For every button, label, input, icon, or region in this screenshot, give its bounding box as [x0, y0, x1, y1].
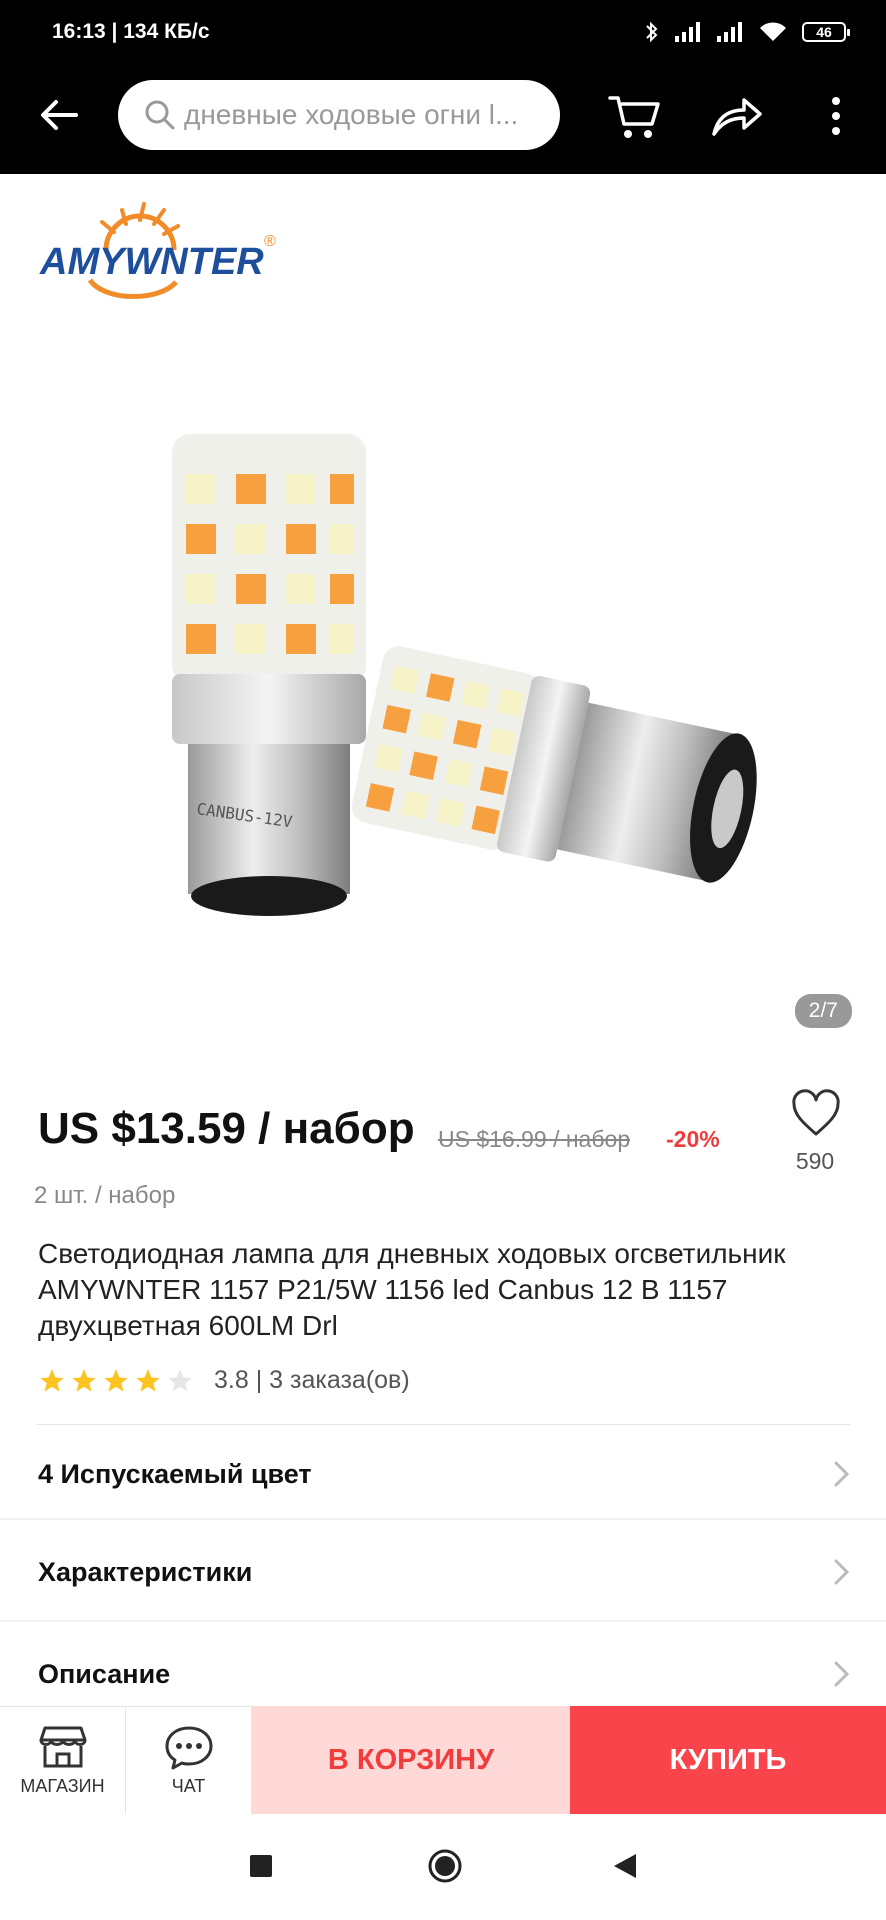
status-bar: 16:13 | 134 КБ/с 46 [0, 0, 886, 66]
add-to-cart-button[interactable]: В КОРЗИНУ [252, 1706, 570, 1814]
home-icon[interactable] [427, 1848, 463, 1884]
product-photo: CANBUS-12V [172, 434, 757, 916]
search-placeholder: дневные ходовые огни l... [184, 99, 519, 130]
back-arrow-icon[interactable] [36, 92, 82, 138]
status-icons: 46 [644, 20, 850, 44]
battery-icon: 46 [802, 22, 850, 42]
star-icon [104, 1368, 128, 1391]
row-emitted-color[interactable]: 4 Испускаемый цвет [0, 1426, 886, 1522]
store-button[interactable]: МАГАЗИН [0, 1706, 126, 1814]
back-nav-icon[interactable] [612, 1852, 638, 1880]
row-label: Характеристики [38, 1556, 253, 1587]
bottom-action-bar: МАГАЗИН ЧАТ В КОРЗИНУ КУПИТЬ [0, 1706, 886, 1814]
row-label: Описание [38, 1658, 171, 1689]
row-label: 4 Испускаемый цвет [38, 1458, 312, 1489]
product-page: 16:13 | 134 КБ/с 46 дневные ходовые огни… [0, 0, 886, 1920]
signal-icon [675, 22, 700, 42]
chat-button[interactable]: ЧАТ [126, 1706, 252, 1814]
separator [0, 1518, 886, 1520]
chevron-right-icon [834, 1559, 850, 1585]
chat-label: ЧАТ [171, 1776, 206, 1796]
share-button[interactable] [708, 88, 764, 144]
more-menu-button[interactable] [808, 88, 864, 144]
system-nav-bar [0, 1814, 886, 1920]
separator [0, 1620, 886, 1622]
cart-button[interactable] [606, 88, 662, 144]
rating-text: 3.8 | 3 заказа(ов) [214, 1366, 410, 1394]
star-icon [40, 1368, 64, 1391]
rating-row[interactable]: 3.8 | 3 заказа(ов) [38, 1366, 410, 1395]
gallery-pager: 2/7 [794, 994, 852, 1028]
old-price: US $16.99 / набор [438, 1126, 631, 1152]
chat-icon [165, 1726, 212, 1770]
wishlist-heart-icon[interactable] [790, 1088, 842, 1140]
product-title: Светодиодная лампа для дневных ходовых о… [38, 1238, 786, 1341]
divider [36, 1424, 850, 1425]
chevron-right-icon [834, 1461, 850, 1487]
product-image-gallery[interactable]: AMYWNTER ® CANBUS-12V 2/7 [0, 174, 886, 1064]
more-vertical-icon [832, 97, 840, 135]
store-label: МАГАЗИН [20, 1776, 105, 1796]
star-empty-icon [168, 1368, 192, 1391]
cart-icon [608, 96, 660, 138]
status-time: 16:13 | 134 КБ/с [52, 20, 210, 43]
product-price: US $13.59 / набор [38, 1104, 415, 1153]
buy-now-button[interactable]: КУПИТЬ [570, 1706, 886, 1814]
star-icon [136, 1368, 160, 1391]
search-icon [145, 100, 175, 130]
top-bar: 16:13 | 134 КБ/с 46 дневные ходовые огни… [0, 0, 886, 174]
recents-icon[interactable] [249, 1854, 273, 1878]
pack-info: 2 шт. / набор [34, 1182, 176, 1209]
search-bar[interactable]: дневные ходовые огни l... [118, 80, 560, 150]
chevron-right-icon [834, 1661, 850, 1687]
store-icon [39, 1726, 86, 1768]
signal-icon-2 [717, 22, 742, 42]
wishlist-count: 590 [795, 1148, 835, 1174]
bluetooth-icon [646, 21, 658, 43]
wifi-icon [760, 22, 786, 41]
share-icon [712, 98, 762, 136]
row-specifications[interactable]: Характеристики [0, 1524, 886, 1620]
star-icon [72, 1368, 96, 1391]
discount-badge: -20% [666, 1126, 720, 1152]
